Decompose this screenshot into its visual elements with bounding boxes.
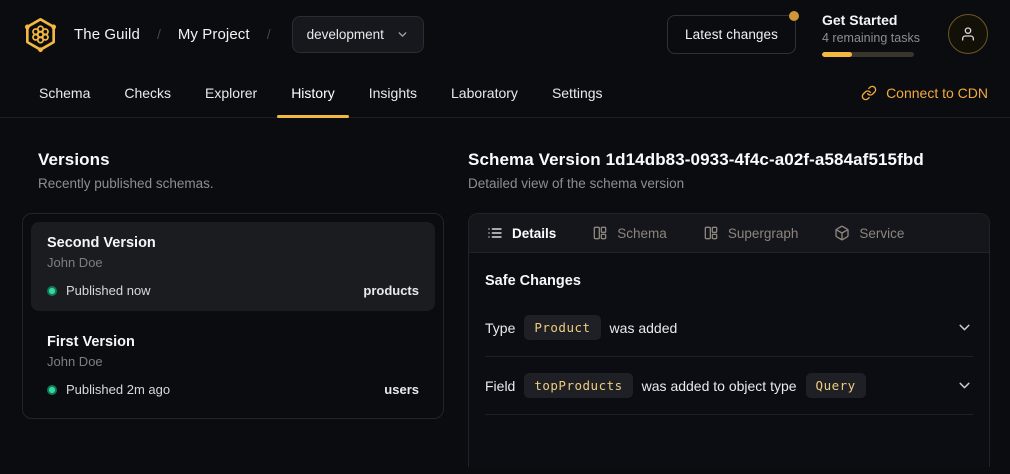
detail-body: Safe Changes Type Product was added Fieldto…	[469, 253, 989, 415]
breadcrumb-project[interactable]: My Project	[178, 26, 250, 43]
tab-label: Service	[859, 226, 904, 241]
target-selector-value: development	[307, 27, 384, 42]
user-avatar[interactable]	[948, 14, 988, 54]
version-service-name: products	[363, 283, 419, 298]
versions-panel: Versions Recently published schemas. Sec…	[22, 136, 444, 474]
guild-hive-logo-icon[interactable]	[22, 16, 59, 53]
changes-list: Type Product was added Field topProducts was …	[485, 299, 973, 415]
notification-dot	[789, 11, 799, 21]
breadcrumb: The Guild / My Project / development	[22, 16, 424, 53]
header-actions: Latest changes Get Started 4 remaining t…	[667, 12, 988, 57]
get-started-progress-fill	[822, 52, 852, 57]
version-item[interactable]: Second Version John Doe Published now produ…	[31, 222, 435, 311]
version-author: John Doe	[47, 354, 419, 369]
tab-service[interactable]: Service	[834, 225, 904, 241]
user-icon	[960, 26, 976, 42]
versions-title: Versions	[38, 150, 444, 170]
nav-tab-schema[interactable]: Schema	[22, 68, 107, 117]
connect-to-cdn-label: Connect to CDN	[886, 85, 988, 101]
nav-tab-laboratory[interactable]: Laboratory	[434, 68, 535, 117]
app-header: The Guild / My Project / development Lat…	[0, 0, 1010, 68]
get-started-title: Get Started	[822, 12, 922, 28]
tab-schema[interactable]: Schema	[592, 225, 667, 241]
get-started-progressbar	[822, 52, 914, 57]
detail-tab-list: Details Schema Supergraph Service	[469, 214, 989, 253]
code-chip: Query	[806, 373, 866, 398]
nav-tab-history[interactable]: History	[274, 68, 352, 117]
code-chip: topProducts	[524, 373, 632, 398]
version-status-row: Published 2m ago users	[47, 382, 419, 397]
nav-tab-explorer[interactable]: Explorer	[188, 68, 274, 117]
target-selector[interactable]: development	[292, 16, 424, 53]
project-nav: SchemaChecksExplorerHistoryInsightsLabor…	[0, 68, 1010, 118]
tab-supergraph[interactable]: Supergraph	[703, 225, 799, 241]
get-started-widget[interactable]: Get Started 4 remaining tasks	[822, 12, 922, 57]
chevron-down-icon[interactable]	[956, 377, 973, 394]
main-content: Versions Recently published schemas. Sec…	[0, 118, 1010, 474]
version-status-text: Published 2m ago	[66, 382, 170, 397]
versions-subtitle: Recently published schemas.	[38, 176, 444, 191]
latest-changes-button[interactable]: Latest changes	[667, 15, 796, 54]
tab-details[interactable]: Details	[487, 225, 556, 241]
version-name: Second Version	[47, 235, 419, 251]
nav-tab-settings[interactable]: Settings	[535, 68, 620, 117]
list-icon	[487, 225, 503, 241]
tab-label: Schema	[617, 226, 667, 241]
get-started-subtitle: 4 remaining tasks	[822, 31, 922, 45]
nav-tab-insights[interactable]: Insights	[352, 68, 434, 117]
connect-to-cdn-link[interactable]: Connect to CDN	[861, 68, 988, 117]
schema-version-detail-card: Details Schema Supergraph Service Safe Chan…	[468, 213, 990, 467]
schema-version-subtitle: Detailed view of the schema version	[468, 176, 990, 191]
link-icon	[861, 85, 877, 101]
chevron-down-icon	[396, 28, 409, 41]
code-chip: Product	[524, 315, 600, 340]
version-name: First Version	[47, 334, 419, 350]
versions-list: Second Version John Doe Published now produ…	[22, 213, 444, 419]
tab-label: Details	[512, 226, 556, 241]
breadcrumb-org[interactable]: The Guild	[74, 26, 140, 43]
schema-version-panel: Schema Version 1d14db83-0933-4f4c-a02f-a…	[468, 136, 990, 474]
schema-change-row[interactable]: Type Product was added	[485, 299, 973, 357]
change-text: was added	[610, 320, 678, 336]
cube-icon	[834, 225, 850, 241]
version-service-name: users	[384, 382, 419, 397]
change-text: Type	[485, 320, 515, 336]
latest-changes-label: Latest changes	[685, 27, 778, 42]
tab-label: Supergraph	[728, 226, 799, 241]
change-text: was added to object type	[642, 378, 797, 394]
version-status-text: Published now	[66, 283, 151, 298]
version-item[interactable]: First Version John Doe Published 2m ago use…	[31, 321, 435, 410]
version-author: John Doe	[47, 255, 419, 270]
columns-icon	[592, 225, 608, 241]
nav-tab-list: SchemaChecksExplorerHistoryInsightsLabor…	[22, 68, 620, 117]
chevron-down-icon[interactable]	[956, 319, 973, 336]
change-text: Field	[485, 378, 515, 394]
changes-section-title: Safe Changes	[485, 273, 973, 289]
breadcrumb-separator: /	[155, 26, 163, 42]
published-status-dot-icon	[47, 286, 57, 296]
nav-tab-checks[interactable]: Checks	[107, 68, 188, 117]
version-status-row: Published now products	[47, 283, 419, 298]
schema-version-title: Schema Version 1d14db83-0933-4f4c-a02f-a…	[468, 150, 990, 170]
columns-icon	[703, 225, 719, 241]
published-status-dot-icon	[47, 385, 57, 395]
schema-change-row[interactable]: Field topProducts was added to object type…	[485, 357, 973, 415]
breadcrumb-separator: /	[265, 26, 273, 42]
